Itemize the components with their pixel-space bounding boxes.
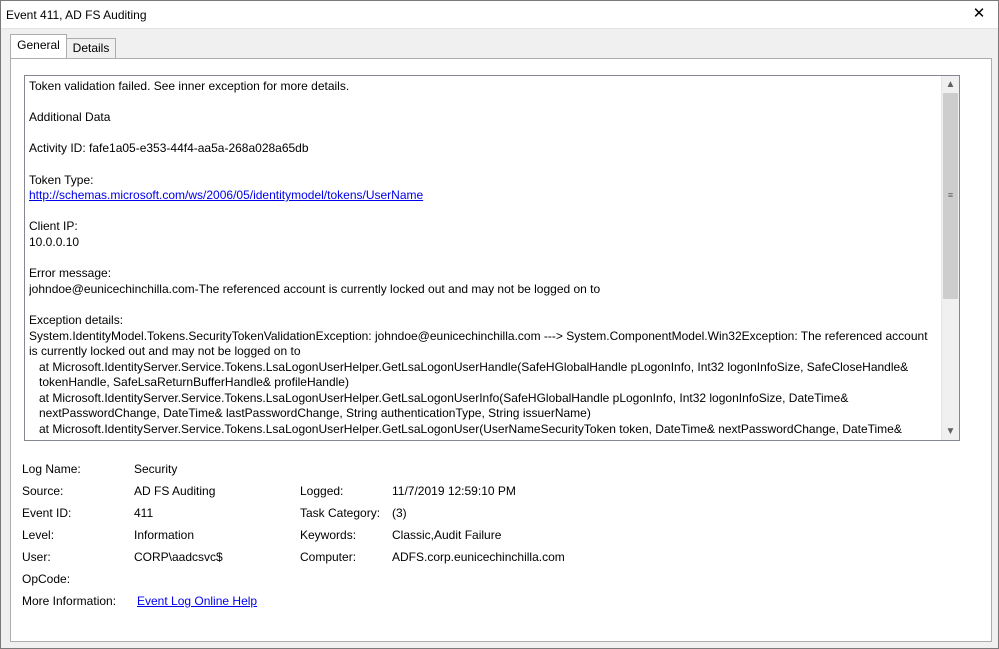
source-label: Source: [22, 484, 64, 498]
event-description-text[interactable]: Token validation failed. See inner excep… [29, 79, 935, 437]
computer-value[interactable]: ADFS.corp.eunicechinchilla.com [392, 550, 565, 564]
client-ip-label: Client IP: [29, 219, 78, 234]
opcode-label: OpCode: [22, 572, 71, 586]
level-label: Level: [22, 528, 55, 542]
user-value[interactable]: CORP\aadcsvc$ [134, 550, 223, 564]
event-id-label: Event ID: [22, 506, 72, 520]
keywords-label: Keywords: [300, 528, 357, 542]
log-name-value[interactable]: Security [134, 462, 177, 476]
logged-value[interactable]: 11/7/2019 12:59:10 PM [392, 484, 516, 498]
scroll-up-icon[interactable]: ▲ [942, 76, 959, 93]
logged-label: Logged: [300, 484, 344, 498]
client-ip-value: 10.0.0.10 [29, 234, 80, 249]
exception-line: at Microsoft.IdentityServer.Service.Toke… [39, 390, 849, 421]
token-type-label: Token Type: [29, 172, 94, 187]
computer-label: Computer: [300, 550, 357, 564]
scrollbar-thumb[interactable]: ≡ [943, 93, 958, 299]
event-properties-window: Event 411, AD FS Auditing ✕ General Deta… [0, 0, 999, 649]
token-type-link[interactable]: http://schemas.microsoft.com/ws/2006/05/… [29, 188, 935, 204]
title-bar[interactable]: Event 411, AD FS Auditing ✕ [1, 1, 998, 29]
log-name-label: Log Name: [22, 462, 81, 476]
error-message-label: Error message: [29, 266, 112, 281]
event-id-value[interactable]: 411 [134, 506, 153, 520]
scroll-down-icon[interactable]: ▼ [942, 423, 959, 440]
close-icon[interactable]: ✕ [968, 4, 990, 24]
vertical-scrollbar[interactable]: ▲ ≡ ▼ [941, 76, 959, 440]
keywords-value[interactable]: Classic,Audit Failure [392, 528, 501, 542]
activity-id: Activity ID: fafe1a05-e353-44f4-aa5a-268… [29, 141, 309, 156]
window-title: Event 411, AD FS Auditing [6, 8, 147, 22]
task-category-value[interactable]: (3) [392, 506, 407, 520]
level-value[interactable]: Information [134, 528, 194, 542]
tab-details[interactable]: Details [66, 38, 116, 58]
source-value[interactable]: AD FS Auditing [134, 484, 215, 498]
exception-line: at Microsoft.IdentityServer.Service.Toke… [39, 422, 902, 437]
grip-icon: ≡ [947, 190, 954, 200]
exception-details-label: Exception details: [29, 312, 124, 327]
event-log-online-help-link[interactable]: Event Log Online Help [137, 594, 257, 608]
exception-line: at Microsoft.IdentityServer.Service.Toke… [39, 359, 909, 390]
user-label: User: [22, 550, 51, 564]
more-information-label: More Information: [22, 594, 117, 608]
exception-line: System.IdentityModel.Tokens.SecurityToke… [29, 328, 928, 359]
general-tab-panel: Token validation failed. See inner excep… [10, 58, 992, 642]
error-message-value: johndoe@eunicechinchilla.com-The referen… [29, 281, 601, 296]
message-summary: Token validation failed. See inner excep… [29, 79, 350, 93]
task-category-label: Task Category: [300, 506, 381, 520]
tab-general[interactable]: General [10, 34, 67, 58]
event-description-textbox[interactable]: Token validation failed. See inner excep… [24, 75, 960, 441]
additional-data-heading: Additional Data [29, 110, 111, 125]
